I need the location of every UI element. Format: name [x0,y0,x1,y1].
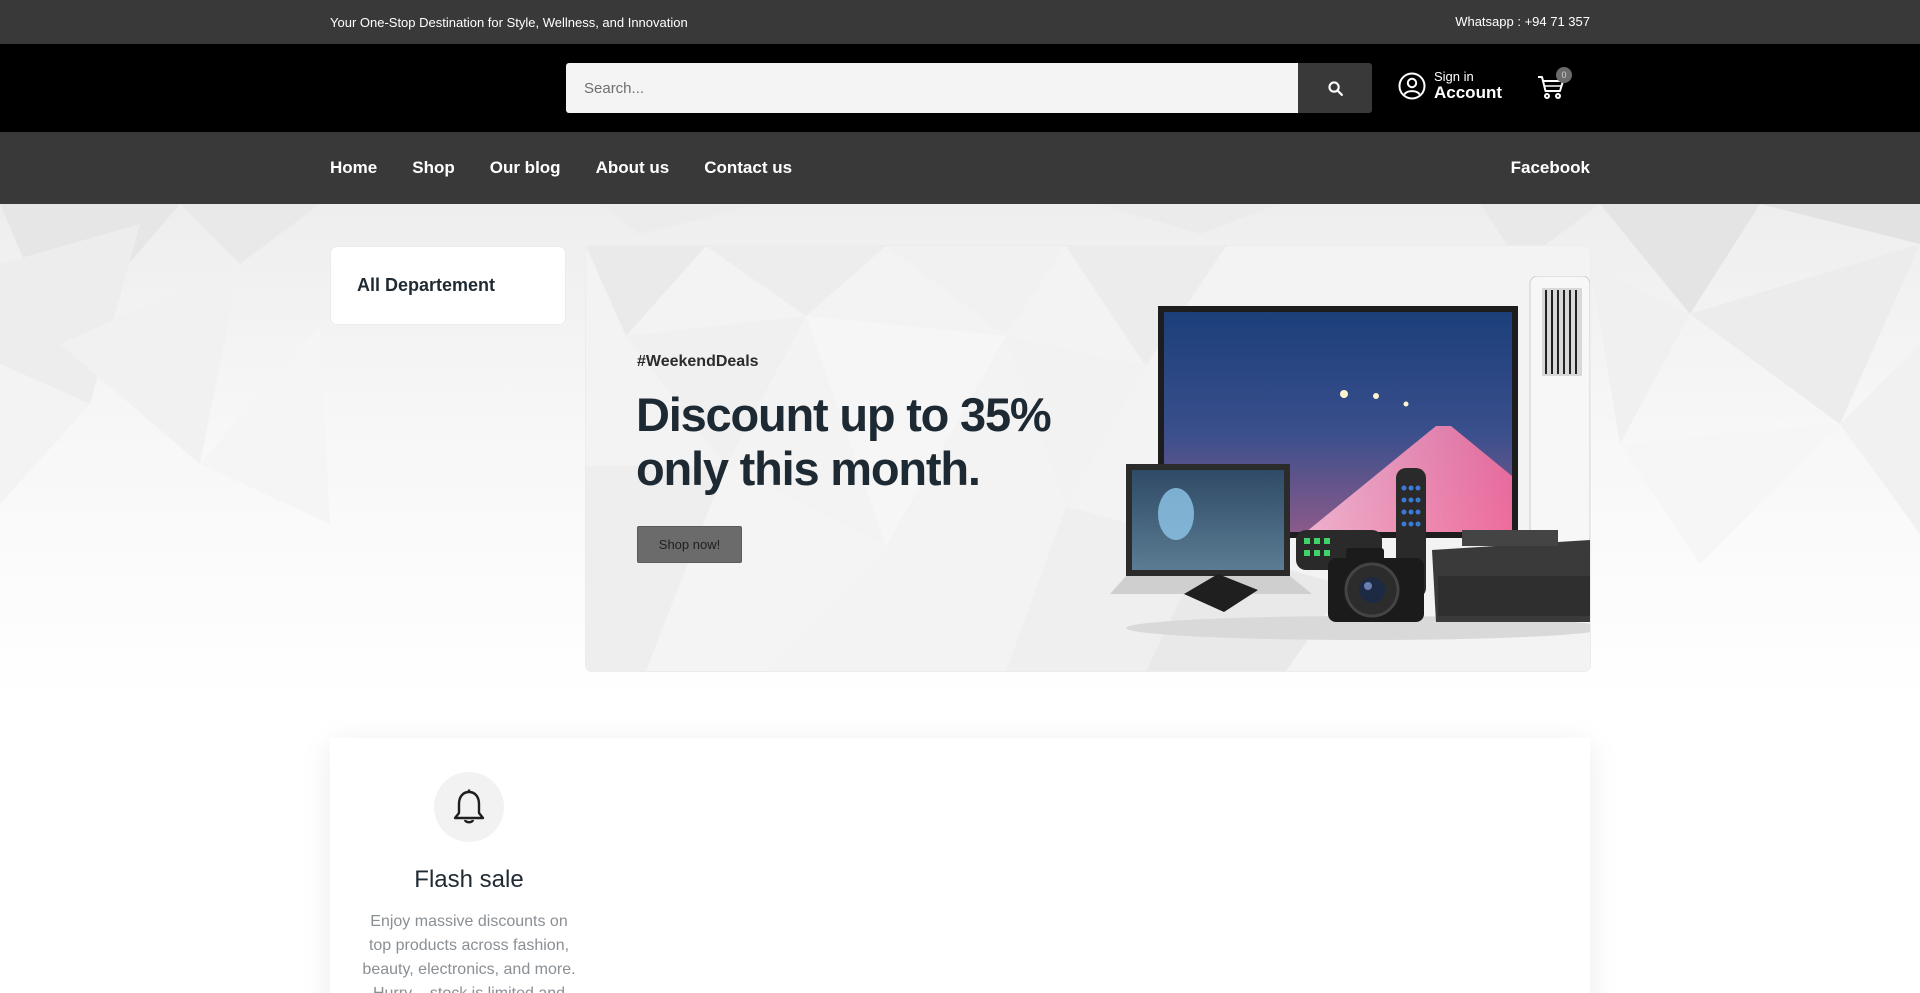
nav-item-about[interactable]: About us [596,158,670,178]
nav-item-home[interactable]: Home [330,158,377,178]
feature-description: Enjoy massive discounts on top products … [362,913,576,993]
hero-tag: #WeekendDeals [637,353,759,370]
nav-item-contact[interactable]: Contact us [704,158,792,178]
nav-item-blog[interactable]: Our blog [490,158,561,178]
hero-banner: #WeekendDeals Discount up to 35% only th… [586,246,1590,671]
cart-button[interactable]: 0 [1536,67,1572,106]
account-label: Account [1434,83,1502,103]
cart-count-badge: 0 [1556,67,1572,83]
shop-now-button[interactable]: Shop now! [637,526,742,563]
search-icon [1327,80,1343,96]
search-button[interactable] [1298,63,1372,113]
facebook-link[interactable]: Facebook [1511,158,1590,178]
search-input[interactable] [566,63,1298,113]
feature-title: Flash sale [414,866,524,893]
search-bar [566,63,1372,113]
bell-icon-circle [434,772,504,842]
top-bar: Your One-Stop Destination for Style, Wel… [0,0,1920,44]
user-icon [1398,72,1426,100]
whatsapp-contact[interactable]: Whatsapp : +94 71 357 [1455,14,1590,29]
all-departments-label: All Departement [357,275,496,295]
nav-item-shop[interactable]: Shop [412,158,455,178]
sign-in-label: Sign in [1434,69,1474,84]
bell-icon [453,789,485,824]
feature-card-flash-sale: Flash sale Enjoy massive discounts on to… [330,738,1590,993]
site-header: Sign in Account 0 [0,44,1920,132]
hero-headline: Discount up to 35% only this month. [636,388,1052,495]
account-link[interactable]: Sign in Account [1398,69,1502,103]
main-nav: Home Shop Our blog About us Contact us F… [0,132,1920,204]
all-departments-menu[interactable]: All Departement [331,247,565,324]
tagline: Your One-Stop Destination for Style, Wel… [330,15,688,30]
electronics-products-image [1110,276,1590,640]
